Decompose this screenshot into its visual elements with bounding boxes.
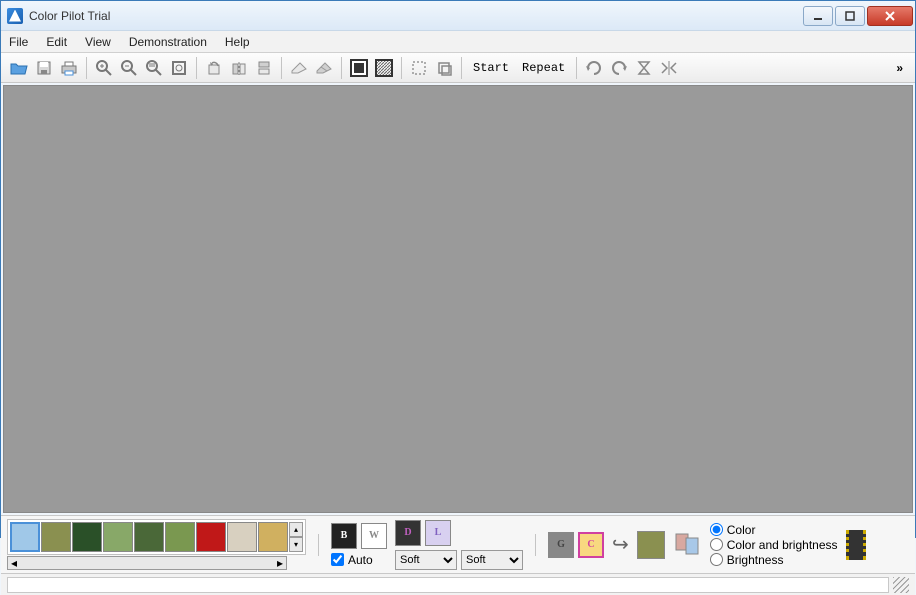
grid-solid-button[interactable] [347, 56, 371, 80]
softness-select-1[interactable]: Soft [395, 550, 457, 570]
status-text [7, 577, 889, 593]
mirror-compare-icon[interactable] [657, 56, 681, 80]
swatch-scroll-down[interactable]: ▾ [289, 537, 303, 552]
open-button[interactable] [7, 56, 31, 80]
swatch-palette: ▴ ▾ [7, 519, 306, 555]
light-button[interactable]: L [425, 520, 451, 546]
dark-button[interactable]: D [395, 520, 421, 546]
swatch-3[interactable] [103, 522, 133, 552]
arrow-right-icon: ↪ [612, 532, 629, 557]
menu-file[interactable]: File [9, 35, 28, 49]
zoom-in-button[interactable] [92, 56, 116, 80]
swatch-hscroll[interactable]: ◂▸ [7, 556, 287, 570]
toolbar: Start Repeat » [1, 53, 915, 83]
hourglass-icon[interactable] [632, 56, 656, 80]
mode-color-brightness-radio[interactable] [710, 538, 723, 551]
mode-brightness-radio[interactable] [710, 553, 723, 566]
zoom-actual-button[interactable] [167, 56, 191, 80]
black-point-button[interactable]: B [331, 523, 357, 549]
swatch-6[interactable] [196, 522, 226, 552]
undo-button[interactable] [607, 56, 631, 80]
maximize-button[interactable] [835, 6, 865, 26]
app-icon [7, 8, 23, 24]
rotate-left-button[interactable] [202, 56, 226, 80]
swatch-7[interactable] [227, 522, 257, 552]
eraser-button[interactable] [287, 56, 311, 80]
status-bar [1, 573, 915, 595]
auto-checkbox[interactable] [331, 553, 344, 566]
eraser-alt-button[interactable] [312, 56, 336, 80]
redo-button[interactable] [582, 56, 606, 80]
zoom-out-button[interactable] [117, 56, 141, 80]
menu-bar: File Edit View Demonstration Help [1, 31, 915, 53]
flip-horizontal-button[interactable] [227, 56, 251, 80]
color-button[interactable]: C [578, 532, 604, 558]
save-button[interactable] [32, 56, 56, 80]
title-bar: Color Pilot Trial [1, 1, 915, 31]
zoom-fit-button[interactable] [142, 56, 166, 80]
softness-select-2[interactable]: Soft [461, 550, 523, 570]
repeat-button[interactable]: Repeat [516, 61, 571, 75]
toolbar-overflow-button[interactable]: » [890, 61, 909, 75]
grid-hatched-button[interactable] [372, 56, 396, 80]
crop-button[interactable] [432, 56, 456, 80]
mode-color-radio[interactable] [710, 523, 723, 536]
sample-swatch[interactable] [637, 531, 665, 559]
menu-view[interactable]: View [85, 35, 111, 49]
close-button[interactable] [867, 6, 913, 26]
start-button[interactable]: Start [467, 61, 515, 75]
print-button[interactable] [57, 56, 81, 80]
menu-demonstration[interactable]: Demonstration [129, 35, 207, 49]
bottom-panel: ▴ ▾ ◂▸ B W Auto D L Soft Soft G C ↪ [1, 515, 915, 573]
swatch-1[interactable] [41, 522, 71, 552]
swatch-8[interactable] [258, 522, 288, 552]
auto-label: Auto [348, 553, 373, 567]
film-icon[interactable] [846, 530, 866, 560]
white-point-button[interactable]: W [361, 523, 387, 549]
window-title: Color Pilot Trial [29, 9, 803, 23]
swatch-5[interactable] [165, 522, 195, 552]
menu-help[interactable]: Help [225, 35, 250, 49]
mode-radio-group: Color Color and brightness Brightness [710, 523, 838, 567]
resize-grip[interactable] [893, 577, 909, 593]
gray-button[interactable]: G [548, 532, 574, 558]
swatch-0[interactable] [10, 522, 40, 552]
swatch-2[interactable] [72, 522, 102, 552]
swatch-4[interactable] [134, 522, 164, 552]
compare-icon[interactable] [674, 530, 702, 559]
canvas-area[interactable] [3, 85, 913, 513]
menu-edit[interactable]: Edit [46, 35, 67, 49]
minimize-button[interactable] [803, 6, 833, 26]
flip-vertical-button[interactable] [252, 56, 276, 80]
select-rect-button[interactable] [407, 56, 431, 80]
swatch-scroll-up[interactable]: ▴ [289, 522, 303, 537]
